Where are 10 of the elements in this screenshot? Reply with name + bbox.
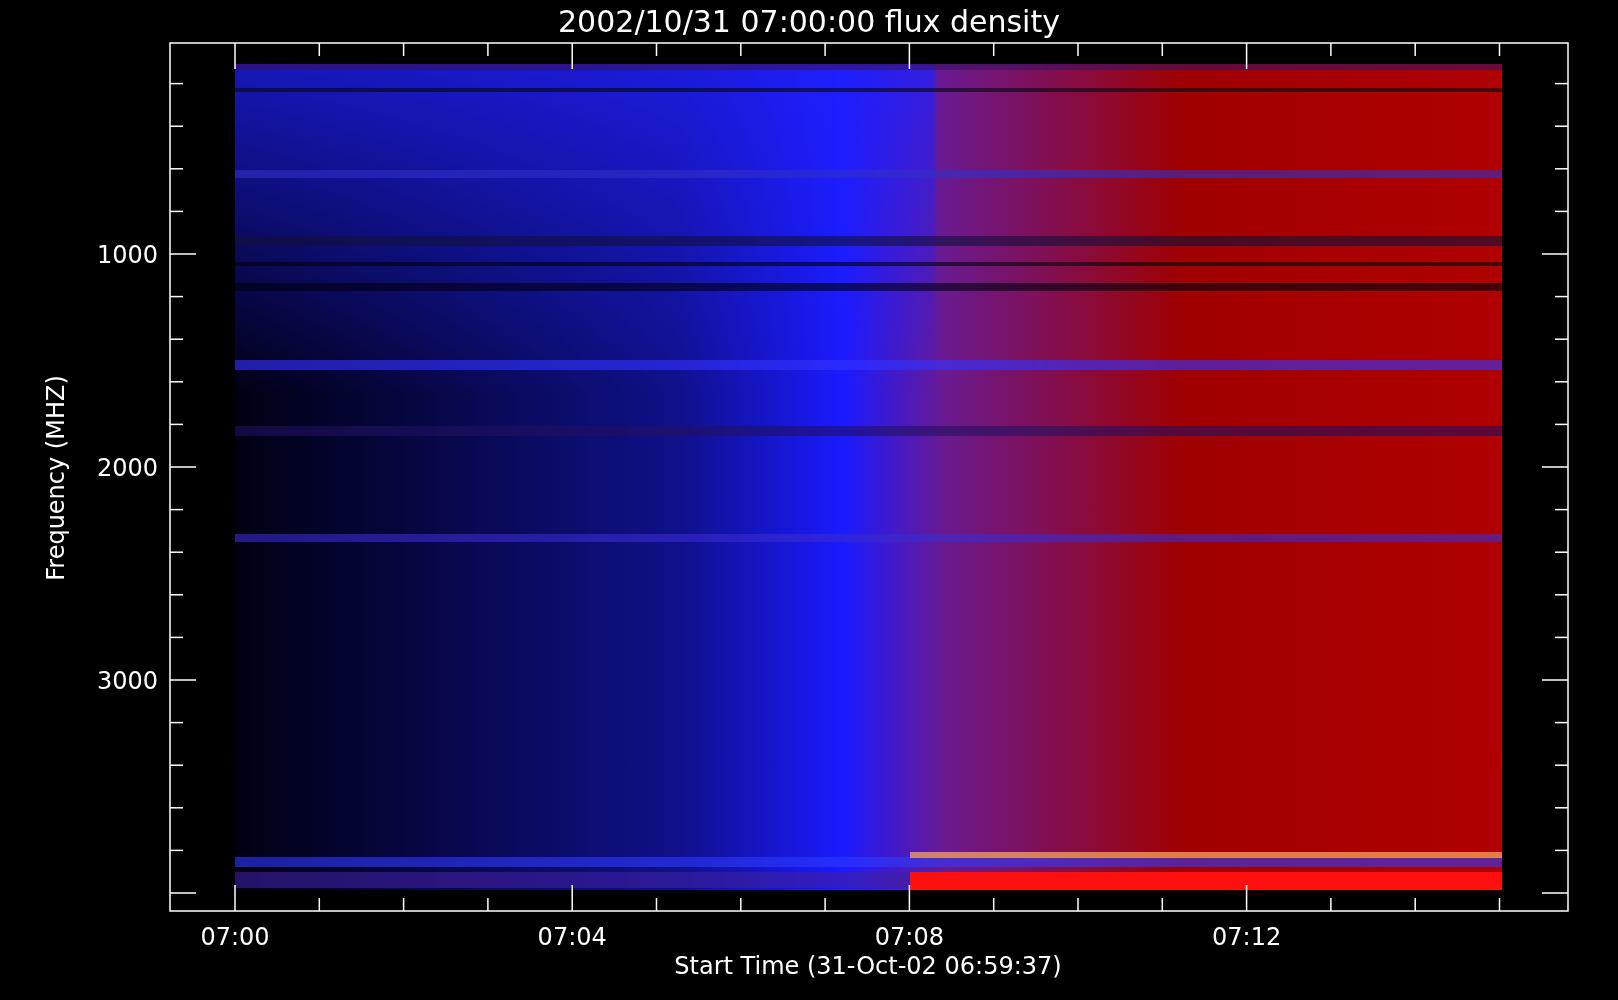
y-tick-label: 2000 [96, 454, 158, 482]
x-tick-label: 07:00 [200, 923, 270, 951]
x-tick-label: 07:08 [874, 923, 944, 951]
chart-title: 2002/10/31 07:00:00 flux density [558, 4, 1060, 39]
x-tick-label: 07:12 [1212, 923, 1282, 951]
x-tick-label: 07:04 [537, 923, 607, 951]
y-tick-label: 3000 [96, 667, 158, 695]
y-tick-label: 1000 [96, 241, 158, 269]
y-axis-label: Frequency (MHZ) [42, 375, 70, 581]
x-axis-label: Start Time (31-Oct-02 06:59:37) [674, 952, 1062, 980]
